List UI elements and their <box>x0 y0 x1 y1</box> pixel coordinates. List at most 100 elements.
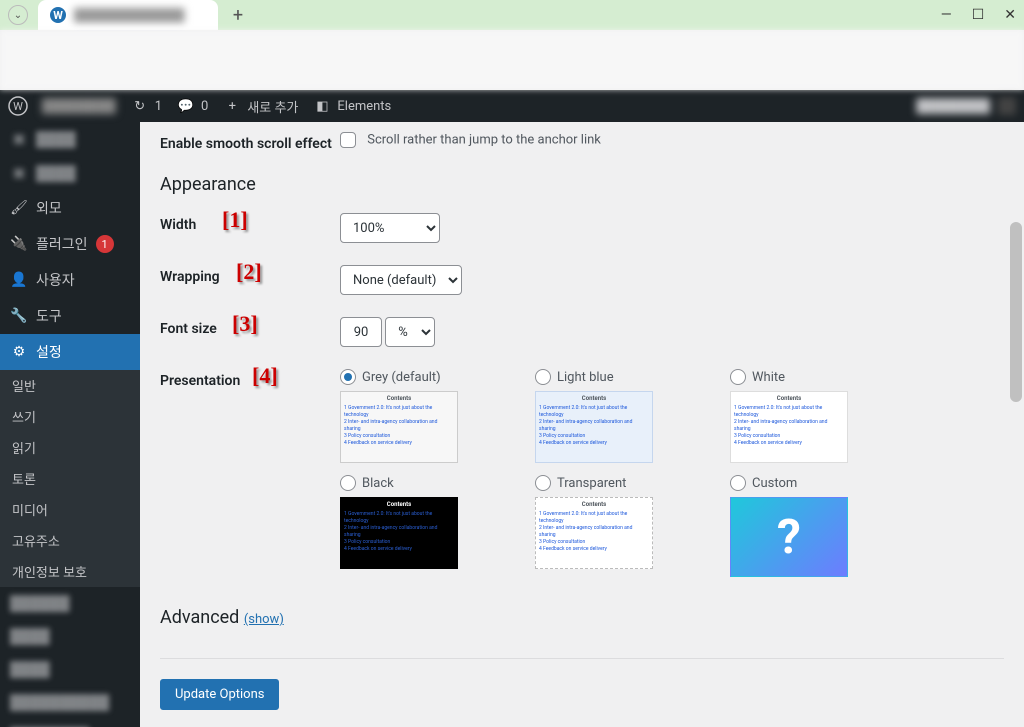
sliders-icon: ⚙ <box>10 343 28 361</box>
wrench-icon: 🔧 <box>10 307 28 325</box>
update-options-button[interactable]: Update Options <box>160 679 279 710</box>
scrollbar[interactable] <box>1008 122 1024 727</box>
presentation-option-custom[interactable]: Custom ? <box>730 475 895 577</box>
presentation-option-grey[interactable]: Grey (default) Contents1 Government 2.0:… <box>340 369 505 463</box>
submenu-reading[interactable]: 읽기 <box>0 432 140 463</box>
submenu-discussion[interactable]: 토론 <box>0 463 140 494</box>
browser-tab-strip: ⌄ W █████████████ + — ☐ ✕ <box>0 0 1024 30</box>
wordpress-favicon-icon: W <box>50 7 66 23</box>
radio-transparent[interactable] <box>535 475 551 491</box>
sidebar-item-users[interactable]: 👤 사용자 <box>0 262 140 298</box>
radio-label: Black <box>362 476 394 491</box>
brush-icon: 🖌 <box>10 199 28 217</box>
window-maximize-button[interactable]: ☐ <box>972 7 985 23</box>
radio-grey[interactable] <box>340 369 356 385</box>
presentation-option-white[interactable]: White Contents1 Government 2.0: It's not… <box>730 369 895 463</box>
sidebar-item-blurred[interactable]: ██████████ <box>0 686 140 719</box>
elements-icon: ◧ <box>312 96 332 116</box>
radio-label: Transparent <box>557 476 626 491</box>
refresh-icon: ↻ <box>130 96 150 116</box>
new-label: 새로 추가 <box>247 97 298 116</box>
radio-custom[interactable] <box>730 475 746 491</box>
elements-label: Elements <box>337 99 391 114</box>
radio-black[interactable] <box>340 475 356 491</box>
submenu-privacy[interactable]: 개인정보 보호 <box>0 556 140 587</box>
updates-link[interactable]: ↻ 1 <box>130 96 162 116</box>
fontsize-unit-select[interactable]: % <box>385 317 435 347</box>
window-minimize-button[interactable]: — <box>941 7 952 23</box>
smooth-scroll-label: Enable smooth scroll effect <box>160 132 340 152</box>
wrapping-select[interactable]: None (default) <box>340 265 462 295</box>
fontsize-label: Font size <box>160 321 217 337</box>
new-tab-button[interactable]: + <box>224 1 252 29</box>
radio-label: Light blue <box>557 370 614 385</box>
fontsize-input[interactable] <box>340 317 382 347</box>
sidebar-item-blurred[interactable]: ▣████ <box>0 156 140 190</box>
wrapping-label: Wrapping <box>160 269 220 285</box>
sidebar-item-blurred[interactable]: ████████ <box>0 719 140 727</box>
sidebar-item-plugins[interactable]: 🔌 플러그인 1 <box>0 226 140 262</box>
submenu-permalinks[interactable]: 고유주소 <box>0 525 140 556</box>
sidebar-item-blurred[interactable]: ████ <box>0 653 140 686</box>
radio-label: Grey (default) <box>362 370 441 385</box>
scrollbar-thumb[interactable] <box>1010 222 1022 402</box>
radio-lightblue[interactable] <box>535 369 551 385</box>
presentation-option-lightblue[interactable]: Light blue Contents1 Government 2.0: It'… <box>535 369 700 463</box>
presentation-option-black[interactable]: Black Contents1 Government 2.0: It's not… <box>340 475 505 577</box>
radio-label: Custom <box>752 476 797 491</box>
preview-grey: Contents1 Government 2.0: It's not just … <box>340 391 458 463</box>
comments-link[interactable]: 💬 0 <box>176 96 208 116</box>
updates-count: 1 <box>155 99 162 114</box>
width-select[interactable]: 100% <box>340 213 440 243</box>
sidebar-item-blurred[interactable]: ▣████ <box>0 122 140 156</box>
browser-tab[interactable]: W █████████████ <box>38 0 218 30</box>
annotation-1: [1] <box>222 207 248 233</box>
radio-label: White <box>752 370 785 385</box>
submenu-media[interactable]: 미디어 <box>0 494 140 525</box>
elements-link[interactable]: ◧ Elements <box>312 96 391 116</box>
user-menu-blurred[interactable]: ████████ <box>916 97 1016 115</box>
user-icon: 👤 <box>10 271 28 289</box>
divider <box>160 658 1004 659</box>
browser-toolbar-blurred <box>0 30 1024 90</box>
preview-custom: ? <box>730 497 848 577</box>
submenu-general[interactable]: 일반 <box>0 370 140 401</box>
sidebar-item-label: 도구 <box>36 306 62 326</box>
sidebar-item-appearance[interactable]: 🖌외모 <box>0 190 140 226</box>
preview-white: Contents1 Government 2.0: It's not just … <box>730 391 848 463</box>
sidebar-item-label: 설정 <box>36 342 62 362</box>
presentation-option-transparent[interactable]: Transparent Contents1 Government 2.0: It… <box>535 475 700 577</box>
annotation-4: [4] <box>252 363 278 389</box>
sidebar-item-tools[interactable]: 🔧 도구 <box>0 298 140 334</box>
annotation-3: [3] <box>232 311 258 337</box>
preview-transparent: Contents1 Government 2.0: It's not just … <box>535 497 653 569</box>
window-close-button[interactable]: ✕ <box>1004 7 1016 23</box>
smooth-scroll-checkbox[interactable] <box>340 132 356 148</box>
settings-submenu: 일반 쓰기 읽기 토론 미디어 고유주소 개인정보 보호 <box>0 370 140 587</box>
advanced-heading: Advanced <box>160 607 239 628</box>
site-name-blurred[interactable]: ████████ <box>42 98 116 114</box>
tab-title: █████████████ <box>74 8 206 22</box>
wp-admin-bar: W ████████ ↻ 1 💬 0 + 새로 추가 ◧ Elements ██… <box>0 90 1024 122</box>
sidebar-item-label: 사용자 <box>36 270 75 290</box>
comments-count: 0 <box>201 99 208 114</box>
plugins-update-badge: 1 <box>96 235 114 253</box>
plus-icon: + <box>222 96 242 116</box>
submenu-writing[interactable]: 쓰기 <box>0 401 140 432</box>
new-content-link[interactable]: + 새로 추가 <box>222 96 298 116</box>
sidebar-item-settings[interactable]: ⚙ 설정 <box>0 334 140 370</box>
sidebar-item-label: 플러그인 <box>36 234 88 254</box>
appearance-heading: Appearance <box>160 174 1004 195</box>
smooth-scroll-desc: Scroll rather than jump to the anchor li… <box>367 132 601 147</box>
admin-sidebar: ▣████ ▣████ 🖌외모 🔌 플러그인 1 👤 사용자 🔧 도구 ⚙ 설정 일반 … <box>0 122 140 727</box>
sidebar-item-blurred[interactable]: ██████ <box>0 587 140 620</box>
sidebar-item-blurred[interactable]: ████ <box>0 620 140 653</box>
wp-logo-icon[interactable]: W <box>8 96 28 116</box>
radio-white[interactable] <box>730 369 746 385</box>
advanced-show-link[interactable]: (show) <box>244 612 284 627</box>
presentation-label: Presentation <box>160 373 240 389</box>
plug-icon: 🔌 <box>10 235 28 253</box>
tab-dropdown-icon[interactable]: ⌄ <box>8 5 28 25</box>
preview-lightblue: Contents1 Government 2.0: It's not just … <box>535 391 653 463</box>
settings-content: Enable smooth scroll effect Scroll rathe… <box>140 122 1024 727</box>
